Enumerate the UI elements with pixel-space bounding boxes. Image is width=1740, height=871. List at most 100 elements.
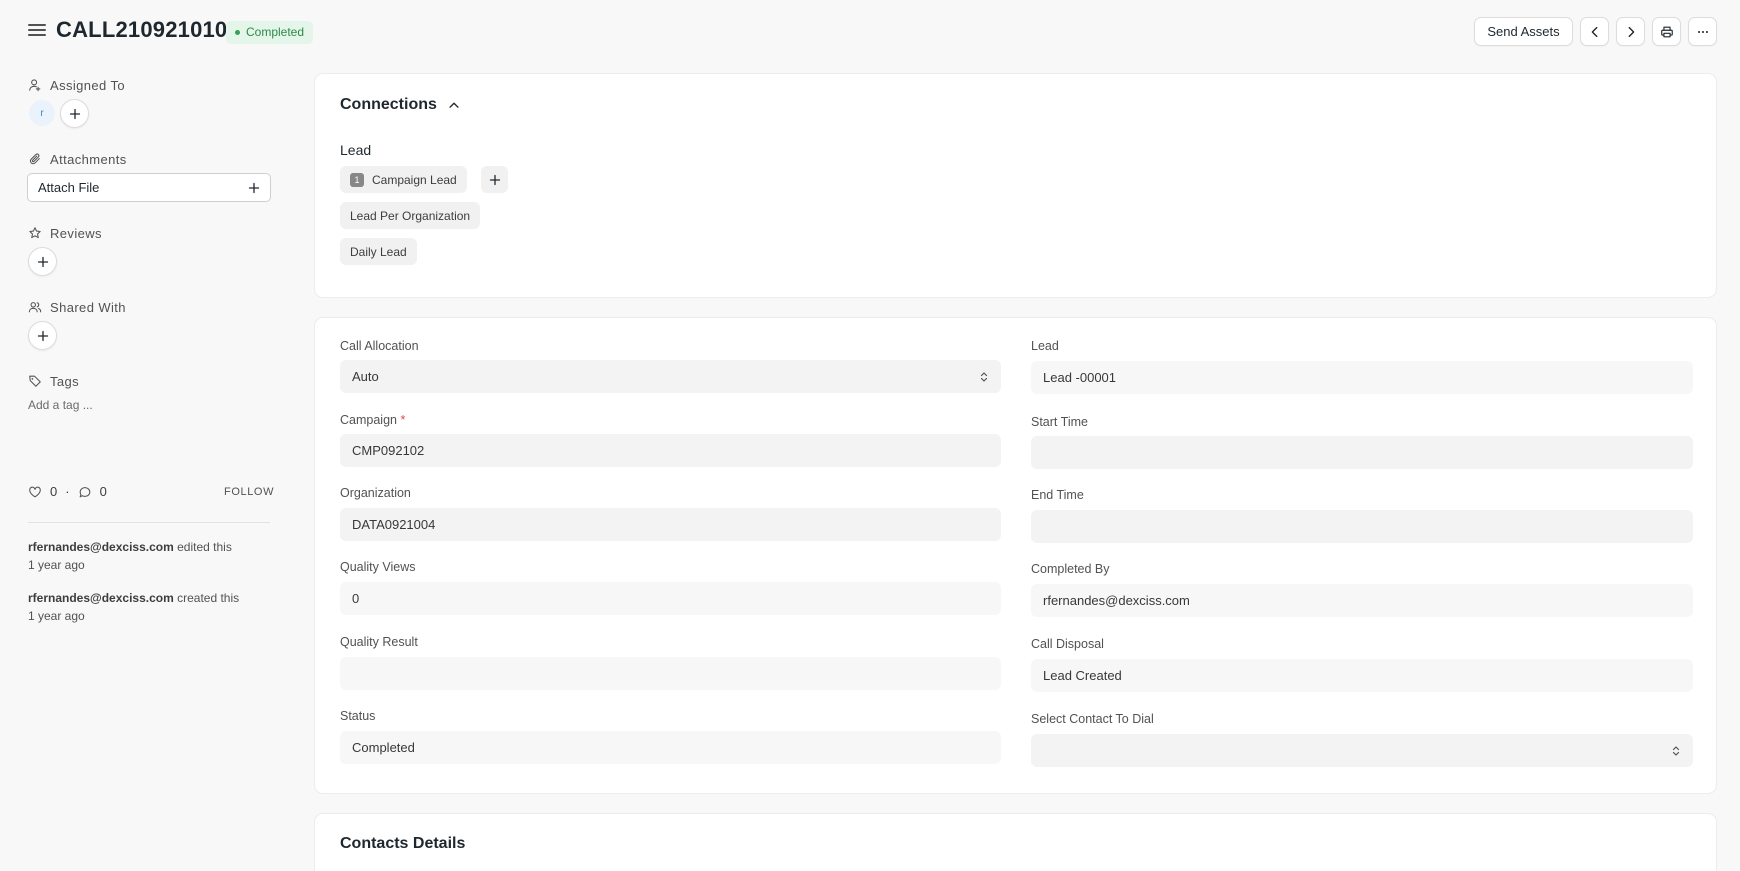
engagement-counts: 0 · 0 [28, 484, 107, 499]
activity-time: 1 year ago [28, 558, 85, 572]
quality-views-value: 0 [352, 591, 360, 606]
status-badge: Completed [226, 21, 314, 44]
completed-by-value: rfernandes@dexciss.com [1043, 593, 1190, 608]
send-assets-button[interactable]: Send Assets [1474, 17, 1573, 46]
quality-views-label: Quality Views [340, 560, 416, 574]
plus-icon [69, 108, 80, 119]
select-contact-select[interactable] [1031, 734, 1693, 767]
connection-campaign-lead[interactable]: 1 Campaign Lead [340, 166, 467, 193]
tag-icon [29, 375, 41, 387]
call-disposal-value: Lead Created [1043, 668, 1122, 683]
contacts-details-card: Contacts Details [314, 813, 1717, 871]
send-assets-label: Send Assets [1487, 24, 1560, 39]
add-assignee-button[interactable] [60, 99, 89, 128]
call-allocation-label: Call Allocation [340, 339, 419, 353]
print-button[interactable] [1652, 17, 1681, 46]
lead-field[interactable]: Lead -00001 [1031, 361, 1693, 394]
end-time-field[interactable] [1031, 510, 1693, 543]
call-allocation-select[interactable]: Auto [340, 360, 1001, 393]
user-add-icon [29, 79, 41, 92]
add-campaign-lead-button[interactable] [481, 166, 508, 193]
tags-heading: Tags [28, 372, 79, 390]
attach-file-button[interactable]: Attach File [27, 173, 271, 202]
status-value: Completed [352, 740, 415, 755]
activity-user[interactable]: rfernandes@dexciss.com [28, 591, 174, 605]
select-arrows-icon [1672, 745, 1680, 756]
shared-with-label: Shared With [50, 299, 126, 315]
avatar-initial: r [40, 107, 44, 119]
assigned-to-heading: Assigned To [28, 76, 125, 94]
start-time-field[interactable] [1031, 436, 1693, 469]
connection-lead-per-organization[interactable]: Lead Per Organization [340, 202, 481, 229]
connections-group-label: Lead [340, 142, 372, 158]
activity-item: rfernandes@dexciss.com edited this 1 yea… [28, 538, 272, 574]
lead-value: Lead -00001 [1043, 370, 1117, 385]
printer-icon [1660, 26, 1673, 37]
activity-action: created this [177, 591, 240, 605]
reviews-label: Reviews [50, 225, 102, 241]
end-time-label: End Time [1031, 488, 1084, 502]
quality-views-field[interactable]: 0 [340, 582, 1001, 615]
add-review-button[interactable] [28, 247, 57, 276]
plus-icon [37, 256, 48, 267]
completed-by-label: Completed By [1031, 562, 1110, 576]
star-icon [29, 227, 41, 239]
activity-action: edited this [177, 540, 232, 554]
ellipsis-icon [1697, 30, 1708, 33]
organization-label: Organization [340, 486, 411, 500]
follow-button[interactable]: FOLLOW [224, 486, 274, 498]
shared-with-heading: Shared With [28, 298, 126, 316]
page-title: CALL210921010 [56, 17, 228, 42]
previous-doc-button[interactable] [1580, 17, 1609, 46]
call-disposal-label: Call Disposal [1031, 637, 1104, 651]
users-icon [28, 302, 42, 313]
avatar[interactable]: r [29, 100, 55, 126]
chevron-left-icon [1591, 26, 1597, 37]
campaign-label-text: Campaign [340, 413, 397, 427]
chevron-up-icon [449, 102, 459, 108]
connection-label: Campaign Lead [372, 172, 457, 187]
connections-toggle[interactable]: Connections [340, 96, 461, 114]
activity-time: 1 year ago [28, 609, 85, 623]
attachments-heading: Attachments [28, 150, 127, 168]
call-disposal-field[interactable]: Lead Created [1031, 659, 1693, 692]
attach-file-label: Attach File [38, 180, 100, 195]
details-card: Call Allocation Auto Campaign * CMP09210… [314, 317, 1717, 794]
organization-field[interactable]: DATA0921004 [340, 508, 1001, 541]
activity-user[interactable]: rfernandes@dexciss.com [28, 540, 174, 554]
select-arrows-icon [980, 371, 988, 382]
separator-dot: · [65, 484, 70, 499]
plus-icon [489, 174, 500, 185]
connection-label: Lead Per Organization [350, 208, 471, 223]
required-mark: * [400, 413, 406, 427]
comments-count: 0 [99, 484, 107, 499]
quality-result-label: Quality Result [340, 635, 418, 649]
start-time-label: Start Time [1031, 415, 1088, 429]
quality-result-field[interactable] [340, 657, 1001, 690]
comment-icon[interactable] [78, 485, 92, 499]
add-share-button[interactable] [28, 321, 57, 350]
contacts-details-title: Contacts Details [340, 835, 466, 852]
chevron-right-icon [1628, 26, 1634, 37]
plus-icon [37, 330, 48, 341]
connections-card: Connections Lead 1 Campaign Lead Lead Pe… [314, 73, 1717, 298]
campaign-label: Campaign * [340, 413, 405, 427]
activity-item: rfernandes@dexciss.com created this 1 ye… [28, 589, 272, 625]
completed-by-field[interactable]: rfernandes@dexciss.com [1031, 584, 1693, 617]
reviews-heading: Reviews [28, 224, 102, 242]
connection-count-badge: 1 [350, 172, 364, 187]
campaign-field[interactable]: CMP092102 [340, 434, 1001, 467]
sidebar-toggle-icon[interactable] [28, 22, 46, 38]
next-doc-button[interactable] [1616, 17, 1645, 46]
divider [28, 522, 270, 523]
status-field[interactable]: Completed [340, 731, 1001, 764]
organization-value: DATA0921004 [352, 517, 436, 532]
more-actions-button[interactable] [1688, 17, 1717, 46]
status-dot-icon [235, 30, 240, 35]
campaign-value: CMP092102 [352, 443, 425, 458]
paperclip-icon [29, 153, 40, 165]
connection-label: Daily Lead [350, 244, 407, 259]
heart-icon[interactable] [28, 485, 42, 499]
add-tag-link[interactable]: Add a tag ... [28, 398, 93, 412]
connection-daily-lead[interactable]: Daily Lead [340, 238, 417, 265]
